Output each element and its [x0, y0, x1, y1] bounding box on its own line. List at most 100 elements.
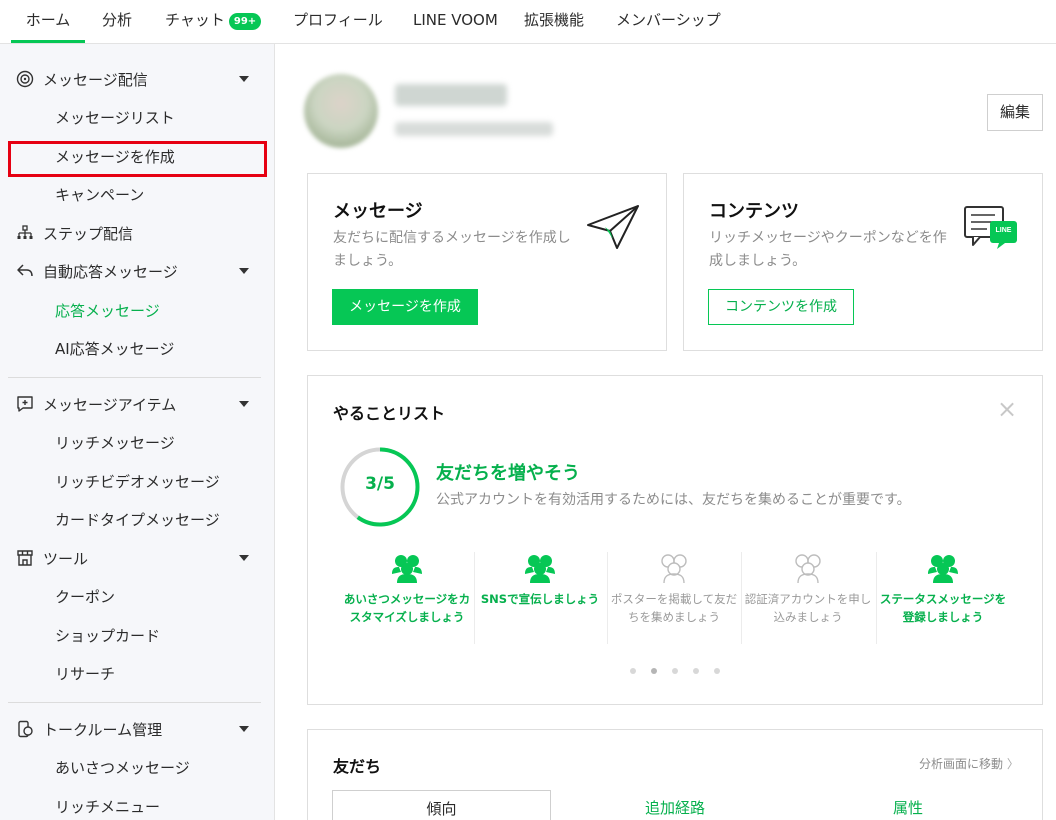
- tab-extensions[interactable]: 拡張機能: [524, 0, 584, 43]
- sidebar-item-message-delivery[interactable]: メッセージ配信: [0, 61, 274, 97]
- friends-icon: [392, 555, 422, 583]
- sidebar-item-coupon[interactable]: クーポン: [0, 578, 274, 614]
- message-card-desc: 友だちに配信するメッセージを作成しましょう。: [333, 230, 571, 269]
- chevron-down-icon[interactable]: [239, 726, 249, 732]
- carousel-dot[interactable]: [693, 668, 699, 674]
- tab-profile[interactable]: プロフィール: [293, 0, 383, 43]
- create-contents-button[interactable]: コンテンツを作成: [708, 289, 854, 325]
- create-message-button[interactable]: メッセージを作成: [332, 289, 478, 325]
- task-label: 認証済アカウントを申し込みましょう: [744, 592, 872, 624]
- top-nav: ホーム 分析 チャット 99+ プロフィール LINE VOOM 拡張機能 メンバ…: [0, 0, 1056, 44]
- tab-membership[interactable]: メンバーシップ: [616, 0, 721, 43]
- sidebar-item-ai-response[interactable]: AI応答メッセージ: [0, 330, 274, 366]
- contents-card-title: コンテンツ: [709, 201, 799, 222]
- goal-desc: 公式アカウントを有効活用するためには、友だちを集めることが重要です。: [436, 492, 911, 508]
- avatar[interactable]: [304, 74, 378, 148]
- sidebar-item-label: 自動応答メッセージ: [43, 263, 178, 281]
- reply-icon: [17, 264, 33, 277]
- sidebar-item-label: リサーチ: [55, 665, 116, 683]
- paper-plane-icon: [587, 205, 639, 249]
- tab-analytics[interactable]: 分析: [102, 0, 132, 43]
- sidebar-item-label: トークルーム管理: [43, 721, 163, 739]
- chevron-right-icon: 〉: [1006, 757, 1019, 771]
- chevron-down-icon[interactable]: [239, 268, 249, 274]
- flow-icon: [17, 225, 33, 239]
- sidebar-item-label: キャンペーン: [55, 186, 145, 204]
- chat-bubble-line-icon: LINE: [963, 205, 1019, 251]
- carousel-dot-active[interactable]: [651, 668, 657, 674]
- goal-title: 友だちを増やそう: [436, 463, 580, 484]
- task-greeting[interactable]: あいさつメッセージをカスタマイズしましょう: [341, 552, 473, 646]
- edit-button[interactable]: 編集: [987, 94, 1043, 131]
- task-status[interactable]: ステータスメッセージを登録しましょう: [877, 552, 1009, 646]
- sidebar-item-label: リッチメニュー: [55, 798, 161, 816]
- sidebar-item-label: 応答メッセージ: [55, 302, 160, 320]
- sidebar-item-response-message[interactable]: 応答メッセージ: [0, 292, 274, 328]
- carousel-dot[interactable]: [714, 668, 720, 674]
- sidebar-item-talk-room[interactable]: トークルーム管理: [0, 711, 274, 747]
- friends-tab-sources[interactable]: 追加経路: [600, 790, 750, 820]
- sidebar-item-label: ショップカード: [55, 627, 161, 645]
- tab-line-voom-label: LINE VOOM: [413, 11, 498, 29]
- friends-tab-trend[interactable]: 傾向: [332, 790, 551, 820]
- sidebar-item-step-delivery[interactable]: ステップ配信: [0, 215, 274, 251]
- contents-card-desc: リッチメッセージやクーポンなどを作成しましょう。: [709, 230, 947, 269]
- friends-title: 友だち: [333, 757, 382, 776]
- tab-home-label: ホーム: [25, 11, 71, 29]
- task-label: SNSで宣伝しましょう: [480, 592, 600, 606]
- phone-chat-icon: [18, 720, 33, 738]
- analytics-link-label: 分析画面に移動: [919, 757, 1004, 771]
- todo-title: やることリスト: [333, 404, 446, 423]
- close-icon[interactable]: ×: [996, 397, 1018, 421]
- shop-icon: [17, 550, 33, 566]
- progress-label: 3/5: [365, 474, 395, 494]
- sidebar-item-greeting[interactable]: あいさつメッセージ: [0, 749, 274, 785]
- tab-chat[interactable]: チャット 99+: [165, 0, 262, 43]
- sidebar-item-tools[interactable]: ツール: [0, 540, 274, 576]
- tab-home[interactable]: ホーム: [11, 0, 85, 43]
- sidebar-item-label: リッチメッセージ: [55, 434, 175, 452]
- sidebar-item-rich-menu[interactable]: リッチメニュー: [0, 788, 274, 820]
- analytics-link[interactable]: 分析画面に移動 〉: [919, 755, 1019, 772]
- sidebar-item-research[interactable]: リサーチ: [0, 655, 274, 691]
- sidebar-item-label: クーポン: [55, 588, 116, 606]
- task-label: ポスターを掲載して友だちを集めましょう: [610, 592, 738, 624]
- sidebar-item-rich-message[interactable]: リッチメッセージ: [0, 424, 274, 460]
- chevron-down-icon[interactable]: [239, 401, 249, 407]
- carousel-dot[interactable]: [672, 668, 678, 674]
- tab-line-voom[interactable]: LINE VOOM: [413, 0, 498, 43]
- task-sns[interactable]: SNSで宣伝しましょう: [474, 552, 606, 646]
- friends-tab-attributes[interactable]: 属性: [835, 790, 981, 820]
- sidebar-item-campaign[interactable]: キャンペーン: [0, 176, 274, 212]
- highlight-box: [8, 141, 267, 177]
- sidebar-item-label: リッチビデオメッセージ: [55, 473, 220, 491]
- sidebar-item-label: あいさつメッセージ: [55, 759, 190, 777]
- message-plus-icon: [17, 396, 33, 412]
- sidebar-item-shop-card[interactable]: ショップカード: [0, 617, 274, 653]
- task-label: ステータスメッセージを登録しましょう: [879, 592, 1007, 624]
- tab-analytics-label: 分析: [102, 11, 133, 29]
- task-poster[interactable]: ポスターを掲載して友だちを集めましょう: [608, 552, 740, 646]
- sidebar-item-label: ステップ配信: [43, 225, 134, 243]
- account-id-blurred: [395, 122, 553, 136]
- tab-membership-label: メンバーシップ: [616, 11, 721, 29]
- message-card-title: メッセージ: [333, 201, 423, 222]
- sidebar-item-card-type[interactable]: カードタイプメッセージ: [0, 501, 274, 537]
- sidebar-item-label: メッセージリスト: [55, 109, 175, 127]
- task-verified[interactable]: 認証済アカウントを申し込みましょう: [742, 552, 874, 646]
- chevron-down-icon[interactable]: [239, 555, 249, 561]
- account-name-blurred: [395, 84, 507, 106]
- sidebar-item-label: メッセージ配信: [43, 71, 148, 89]
- carousel-dot[interactable]: [630, 668, 636, 674]
- sidebar-item-message-items[interactable]: メッセージアイテム: [0, 386, 274, 422]
- sidebar-item-label: AI応答メッセージ: [55, 340, 175, 358]
- sidebar-divider: [8, 702, 261, 703]
- broadcast-icon: [16, 70, 34, 88]
- sidebar-item-message-list[interactable]: メッセージリスト: [0, 99, 274, 135]
- sidebar-item-auto-reply[interactable]: 自動応答メッセージ: [0, 253, 274, 289]
- sidebar-divider: [8, 377, 261, 378]
- friends-outline-icon: [661, 554, 687, 584]
- chevron-down-icon[interactable]: [239, 76, 249, 82]
- chat-count-badge: 99+: [228, 13, 262, 30]
- sidebar-item-rich-video[interactable]: リッチビデオメッセージ: [0, 463, 274, 499]
